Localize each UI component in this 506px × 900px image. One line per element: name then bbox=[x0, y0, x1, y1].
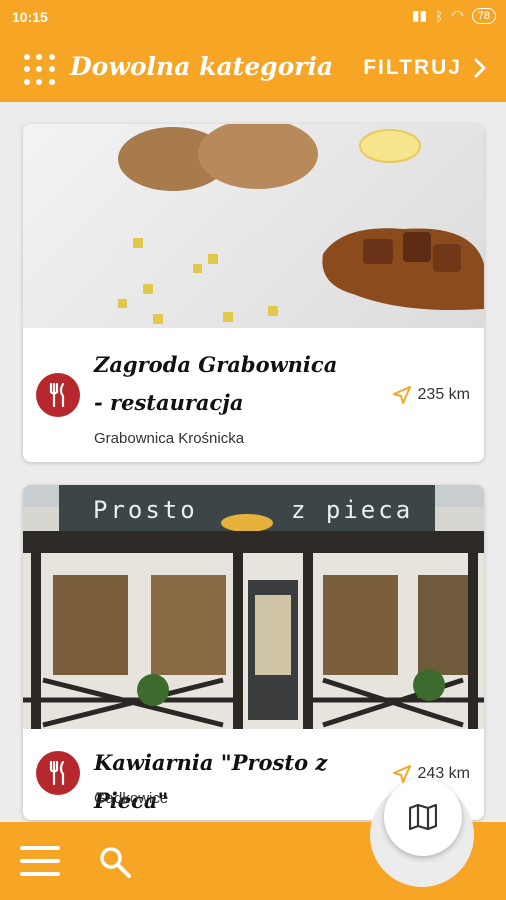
place-distance: 235 km bbox=[392, 386, 470, 404]
category-title[interactable]: Dowolna kategoria bbox=[70, 52, 333, 81]
navigation-arrow-icon bbox=[392, 386, 411, 404]
filter-label: FILTRUJ bbox=[363, 56, 462, 79]
place-location: Gądkowice bbox=[94, 790, 169, 807]
place-card[interactable]: Zagroda Grabownica - restauracja Grabown… bbox=[23, 124, 484, 462]
bluetooth-icon: ᛒ bbox=[435, 7, 444, 24]
map-button[interactable] bbox=[384, 778, 462, 856]
place-card[interactable]: Prosto z pieca Kawiarnia "Prosto z Pieca… bbox=[23, 485, 484, 820]
sign-text-right: z pieca bbox=[291, 496, 413, 524]
fork-knife-icon bbox=[36, 751, 80, 795]
place-name: Kawiarnia "Prosto z Pieca" bbox=[94, 750, 328, 813]
signal-icon: ▮▮ bbox=[411, 7, 428, 23]
wifi-icon: ◠ bbox=[451, 7, 464, 23]
status-time: 10:15 bbox=[12, 9, 48, 25]
menu-icon[interactable] bbox=[20, 846, 60, 876]
battery-icon: 78 bbox=[471, 7, 496, 24]
status-icons: ▮▮ ᛒ ◠ 78 bbox=[412, 7, 496, 24]
categories-grid-icon[interactable] bbox=[24, 54, 56, 86]
place-name: Zagroda Grabownica - restauracja bbox=[94, 352, 338, 415]
place-location: Grabownica Krośnicka bbox=[94, 430, 245, 447]
chevron-right-icon bbox=[474, 58, 486, 78]
distance-value: 235 km bbox=[417, 386, 470, 403]
fork-knife-icon bbox=[36, 373, 80, 417]
search-icon[interactable] bbox=[98, 845, 132, 879]
place-photo bbox=[23, 124, 484, 328]
filter-button[interactable]: FILTRUJ bbox=[363, 56, 486, 80]
app-bar: Dowolna kategoria FILTRUJ bbox=[0, 36, 506, 102]
place-photo: Prosto z pieca bbox=[23, 485, 484, 729]
sign-text-left: Prosto bbox=[93, 496, 198, 524]
status-bar: 10:15 ▮▮ ᛒ ◠ 78 bbox=[0, 0, 506, 36]
map-icon bbox=[409, 804, 437, 830]
